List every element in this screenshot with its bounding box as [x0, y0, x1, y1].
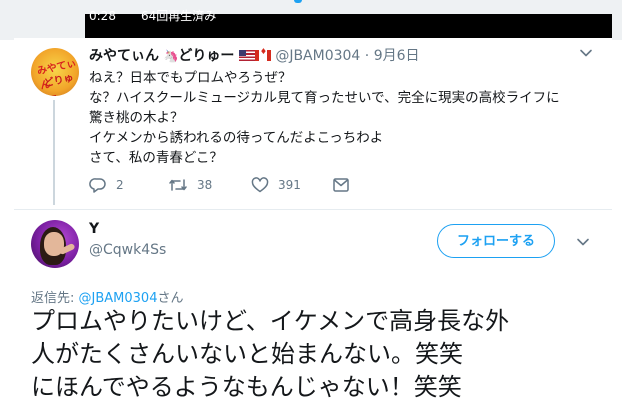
parent-date[interactable]: 9月6日	[374, 48, 420, 64]
parent-line-5: さて、私の青春どこ？	[89, 150, 223, 166]
parent-tweet-header: みやてぃん 🦄どりゅー @JBAM0304 · 9月6日	[89, 45, 420, 65]
parent-display-name[interactable]: みやてぃん	[89, 48, 159, 64]
reply-to-mention[interactable]: @JBAM0304	[79, 291, 158, 306]
tweet-divider	[14, 209, 612, 210]
thread-connector	[53, 100, 55, 205]
header-separator: ·	[364, 48, 370, 64]
unicorn-icon: 🦄	[163, 49, 179, 63]
canada-flag-icon	[254, 47, 271, 61]
follow-button[interactable]: フォローする	[437, 224, 555, 258]
chevron-down-icon[interactable]	[579, 46, 593, 60]
parent-tweet-text: ねえ？日本でもプロムやろうぜ？ な？ハイスクールミュージカル見て育ったせいで、完…	[89, 68, 599, 168]
parent-line-3: 驚き桃の木よ？	[89, 110, 184, 126]
reply-icon	[89, 178, 106, 193]
video-player-bar[interactable]: 0:28 64回再生済み	[85, 9, 612, 38]
main-line-1: プロムやりたいけど、イケメンで高身長な外	[31, 307, 510, 335]
like-count: 391	[278, 178, 301, 192]
parent-line-1: ねえ？日本でもプロムやろうぜ？	[89, 70, 292, 86]
main-tweet-text: プロムやりたいけど、イケメンで高身長な外 人がたくさんいないと始まんない。笑笑 …	[31, 305, 611, 404]
reply-count: 2	[116, 178, 124, 192]
retweet-action[interactable]: 38	[168, 177, 212, 193]
main-line-3: にほんでやるようなもんじゃない！笑笑	[31, 373, 462, 401]
main-handle[interactable]: @Cqwk4Ss	[89, 242, 166, 258]
parent-handle[interactable]: @JBAM0304	[275, 48, 360, 64]
like-action[interactable]: 391	[251, 177, 301, 193]
parent-line-4: イケメンから誘われるの待ってんだよこっちわよ	[89, 130, 384, 146]
main-display-name[interactable]: Y	[89, 221, 99, 237]
envelope-icon	[333, 178, 349, 192]
reply-to-prefix: 返信先:	[31, 291, 75, 306]
reply-to-suffix: さん	[157, 291, 184, 306]
retweet-icon	[169, 179, 187, 191]
reply-action[interactable]: 2	[89, 177, 124, 193]
video-time: 0:28	[89, 9, 116, 23]
heart-icon	[251, 177, 269, 193]
parent-display-name-suffix[interactable]: どりゅー	[178, 48, 234, 64]
reply-to-line: 返信先: @JBAM0304さん	[31, 287, 184, 306]
chevron-down-icon[interactable]	[576, 235, 590, 249]
parent-line-2: な？ハイスクールミュージカル見て育ったせいで、完全に現実の高校ライフに	[89, 90, 560, 106]
us-flag-icon	[238, 50, 255, 61]
dm-action[interactable]	[332, 177, 350, 193]
retweet-count: 38	[197, 178, 213, 192]
video-view-count: 64回再生済み	[141, 9, 217, 23]
avatar-miyatin[interactable]: みやてぃん どりゅー	[31, 48, 79, 96]
main-line-2: 人がたくさんいないと始まんない。笑笑	[31, 340, 463, 368]
avatar-y[interactable]	[31, 220, 79, 268]
